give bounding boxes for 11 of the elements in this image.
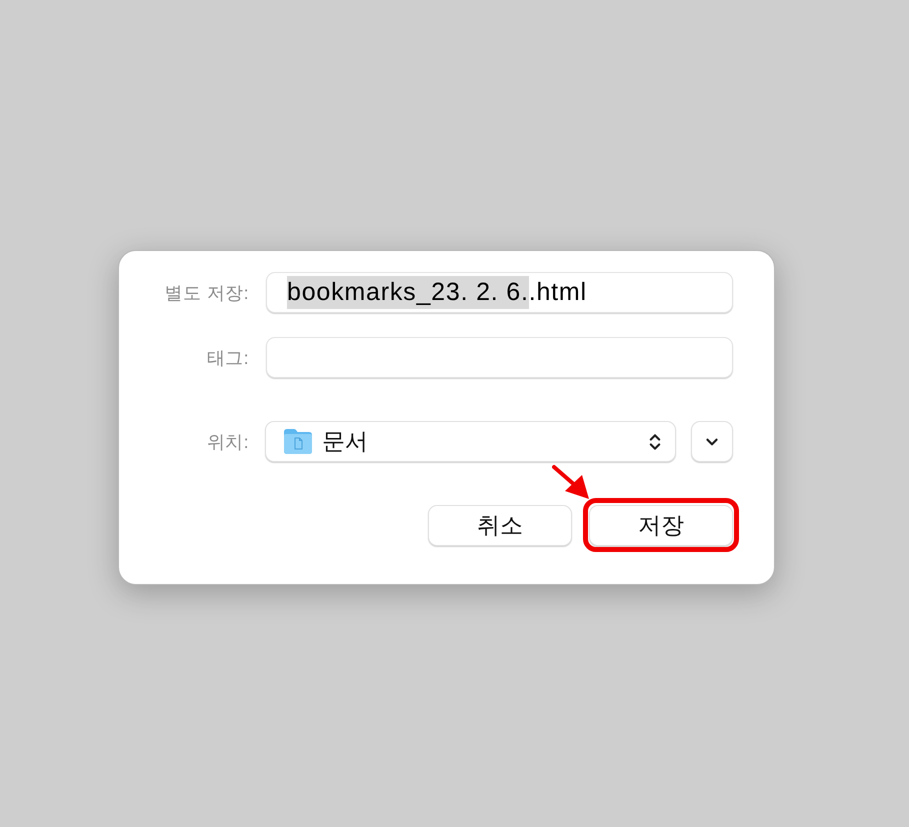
field-label: 별도 저장:: [164, 284, 249, 302]
location-popup[interactable]: 문서: [265, 421, 676, 462]
expand-button[interactable]: [691, 421, 733, 462]
save-button[interactable]: 저장: [589, 505, 733, 546]
field-label: 위치:: [206, 432, 249, 450]
cancel-button[interactable]: 취소: [428, 505, 572, 546]
tags-field[interactable]: [266, 337, 733, 378]
folder-icon: [283, 428, 313, 455]
field-label: 태그:: [206, 348, 249, 366]
annotation-arrow-icon: [552, 464, 590, 500]
filename-field[interactable]: bookmarks_23. 2. 6..html: [266, 272, 733, 313]
